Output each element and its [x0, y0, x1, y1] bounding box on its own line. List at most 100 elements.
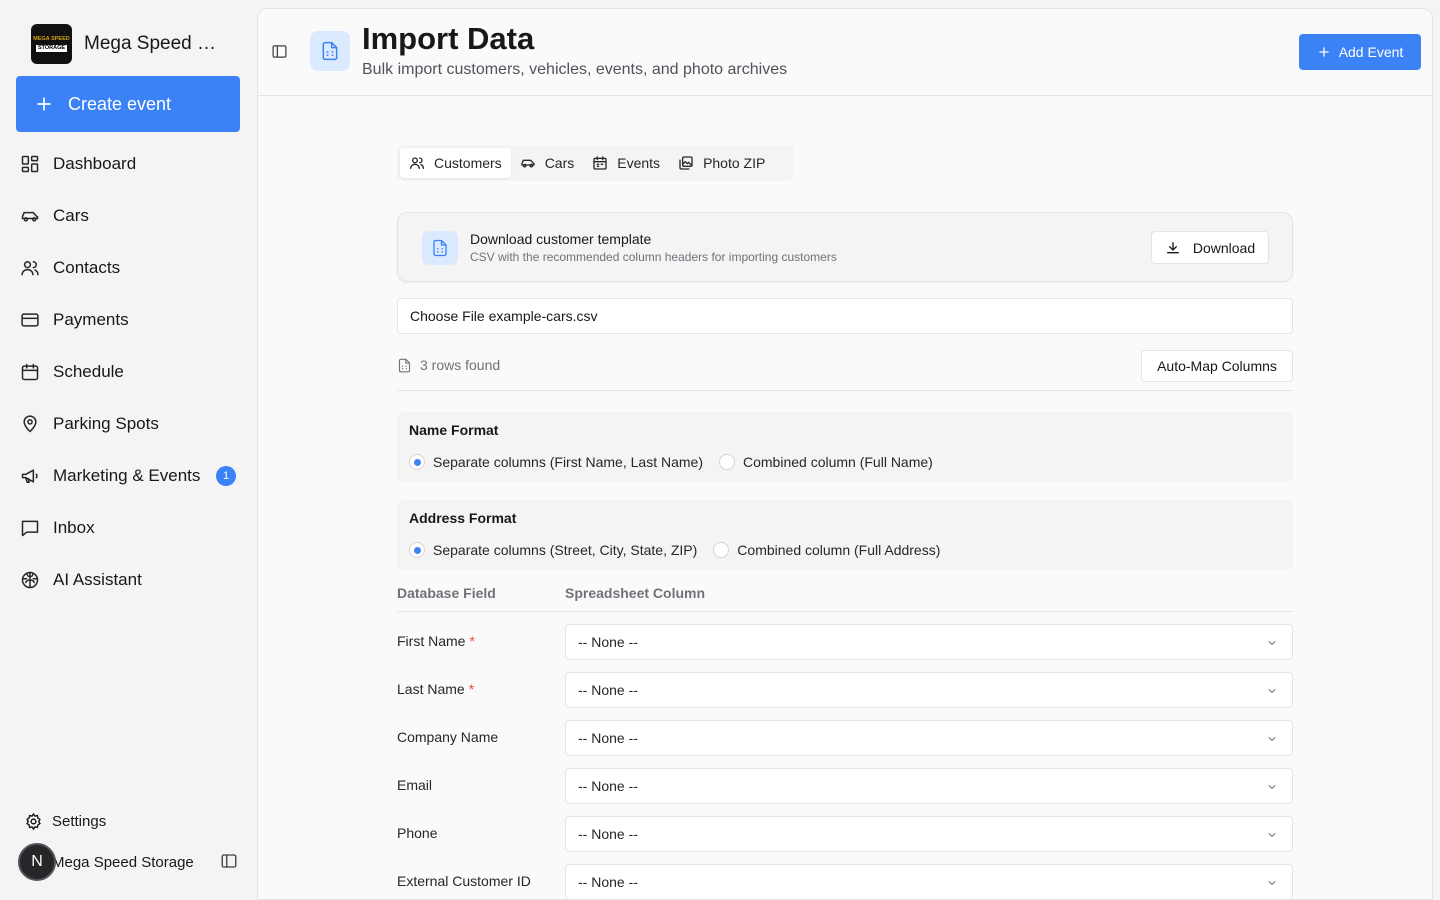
column-select[interactable]: -- None --: [565, 864, 1293, 899]
add-event-label: Add Event: [1338, 44, 1404, 60]
toggle-sidebar-button[interactable]: [271, 43, 288, 60]
mapping-row-last-name: Last Name * -- None --: [397, 672, 1293, 708]
col-spreadsheet-column: Spreadsheet Column: [565, 585, 706, 601]
col-database-field: Database Field: [397, 585, 496, 601]
option-label: Combined column (Full Name): [742, 454, 933, 470]
sidebar-collapse-button[interactable]: [220, 852, 238, 870]
mapping-row-email: Email -- None --: [397, 768, 1293, 804]
calendar-icon: [593, 156, 607, 170]
mapping-header: Database Field Spreadsheet Column: [397, 584, 1293, 612]
sidebar-item-inbox[interactable]: Inbox: [0, 502, 256, 554]
sidebar-item-parking-spots[interactable]: Parking Spots: [0, 398, 256, 450]
user-name: Mega Speed Storage: [52, 853, 194, 871]
sidebar-item-marketing-events[interactable]: Marketing & Events 1: [0, 450, 256, 502]
car-icon: [21, 211, 39, 222]
auto-map-columns-button[interactable]: Auto-Map Columns: [1141, 350, 1293, 382]
option-label: Separate columns (First Name, Last Name): [433, 454, 703, 470]
sidebar-nav: Dashboard Cars Contacts Payments Schedul…: [0, 138, 256, 606]
sidebar-item-label: Inbox: [53, 518, 95, 537]
select-value: -- None --: [578, 826, 638, 842]
gear-icon: [26, 812, 41, 831]
chevron-down-icon: [1268, 737, 1276, 742]
name-format-options: Separate columns (First Name, Last Name)…: [409, 454, 949, 470]
column-select[interactable]: -- None --: [565, 816, 1293, 852]
credit-card-icon: [21, 313, 39, 327]
radio-unselected[interactable]: [713, 542, 730, 558]
mapping-row-external-customer-id: External Customer ID -- None --: [397, 864, 1293, 899]
page-header: Import Data Bulk import customers, vehic…: [258, 9, 1432, 96]
calendar-icon: [21, 363, 39, 381]
sidebar-item-label: AI Assistant: [53, 570, 142, 589]
sidebar-item-ai-assistant[interactable]: AI Assistant: [0, 554, 256, 606]
radio-unselected[interactable]: [718, 454, 735, 470]
template-icon: [422, 231, 458, 265]
file-input[interactable]: Choose File example-cars.csv: [397, 298, 1293, 334]
choose-file-button[interactable]: Choose File: [410, 308, 485, 324]
chevron-down-icon: [1268, 881, 1276, 886]
tab-label: Cars: [544, 155, 575, 171]
dashboard-icon: [21, 155, 39, 173]
mapping-row-first-name: First Name * -- None --: [397, 624, 1293, 660]
sidebar-item-label: Dashboard: [53, 154, 137, 173]
download-template-button[interactable]: Download: [1151, 231, 1269, 264]
field-label: First Name *: [397, 633, 475, 649]
sidebar-item-label: Contacts: [53, 258, 121, 277]
sidebar-item-label: Marketing & Events: [53, 466, 201, 485]
field-label: External Customer ID: [397, 873, 531, 889]
tab-cars[interactable]: Cars: [511, 148, 584, 178]
sidebar-item-label: Cars: [53, 206, 89, 225]
file-spreadsheet-icon: [398, 358, 411, 372]
tab-photo-zip[interactable]: Photo ZIP: [669, 148, 774, 178]
sidebar-item-label: Schedule: [53, 362, 124, 381]
radio-selected[interactable]: [409, 542, 425, 558]
create-event-label: Create event: [68, 93, 172, 114]
column-select[interactable]: -- None --: [565, 672, 1293, 708]
avatar[interactable]: N: [18, 843, 56, 881]
users-icon: [410, 157, 424, 169]
name-format-separate-option[interactable]: Separate columns (First Name, Last Name): [409, 454, 703, 470]
sidebar-item-payments[interactable]: Payments: [0, 294, 256, 346]
template-title: Download customer template: [470, 231, 652, 247]
tab-customers[interactable]: Customers: [400, 148, 511, 178]
sidebar-item-label: Payments: [53, 310, 129, 329]
select-value: -- None --: [578, 874, 638, 890]
sidebar-item-contacts[interactable]: Contacts: [0, 242, 256, 294]
map-pin-icon: [23, 415, 37, 433]
address-format-separate-option[interactable]: Separate columns (Street, City, State, Z…: [409, 542, 697, 558]
create-event-button[interactable]: Create event: [16, 76, 240, 132]
tab-events[interactable]: Events: [583, 148, 669, 178]
tab-label: Photo ZIP: [703, 155, 766, 171]
download-icon: [1166, 241, 1179, 253]
field-label: Company Name: [397, 729, 499, 745]
column-select[interactable]: -- None --: [565, 768, 1293, 804]
template-card: Download customer template CSV with the …: [397, 212, 1293, 282]
required-marker: *: [468, 681, 475, 697]
brand[interactable]: MEGA SPEED STORAGE Mega Speed Storage: [31, 24, 226, 64]
select-value: -- None --: [578, 634, 638, 650]
brand-name: Mega Speed Storage: [84, 33, 226, 54]
sidebar-item-schedule[interactable]: Schedule: [0, 346, 256, 398]
address-format-options: Separate columns (Street, City, State, Z…: [409, 542, 956, 558]
column-select[interactable]: -- None --: [565, 624, 1293, 660]
selected-filename: example-cars.csv: [488, 308, 598, 324]
file-spreadsheet-icon: [322, 41, 338, 61]
user-menu[interactable]: N Mega Speed Storage: [18, 842, 243, 882]
settings-link[interactable]: Settings: [24, 812, 106, 831]
chevron-down-icon: [1268, 833, 1276, 838]
radio-selected[interactable]: [409, 454, 425, 470]
address-format-combined-option[interactable]: Combined column (Full Address): [713, 542, 940, 558]
column-select[interactable]: -- None --: [565, 720, 1293, 756]
sidebar-item-cars[interactable]: Cars: [0, 190, 256, 242]
add-event-button[interactable]: Add Event: [1299, 34, 1421, 70]
select-value: -- None --: [578, 778, 638, 794]
field-label: Email: [397, 777, 433, 793]
name-format-combined-option[interactable]: Combined column (Full Name): [718, 454, 933, 470]
option-label: Combined column (Full Address): [737, 542, 941, 558]
brand-logo: MEGA SPEED STORAGE: [31, 24, 72, 64]
users-icon: [21, 261, 39, 276]
settings-label: Settings: [52, 813, 107, 830]
address-format-group: Address Format Separate columns (Street,…: [397, 500, 1293, 570]
sidebar-item-dashboard[interactable]: Dashboard: [0, 138, 256, 190]
megaphone-icon: [21, 469, 38, 483]
rows-found-status: 3 rows found: [397, 357, 500, 373]
